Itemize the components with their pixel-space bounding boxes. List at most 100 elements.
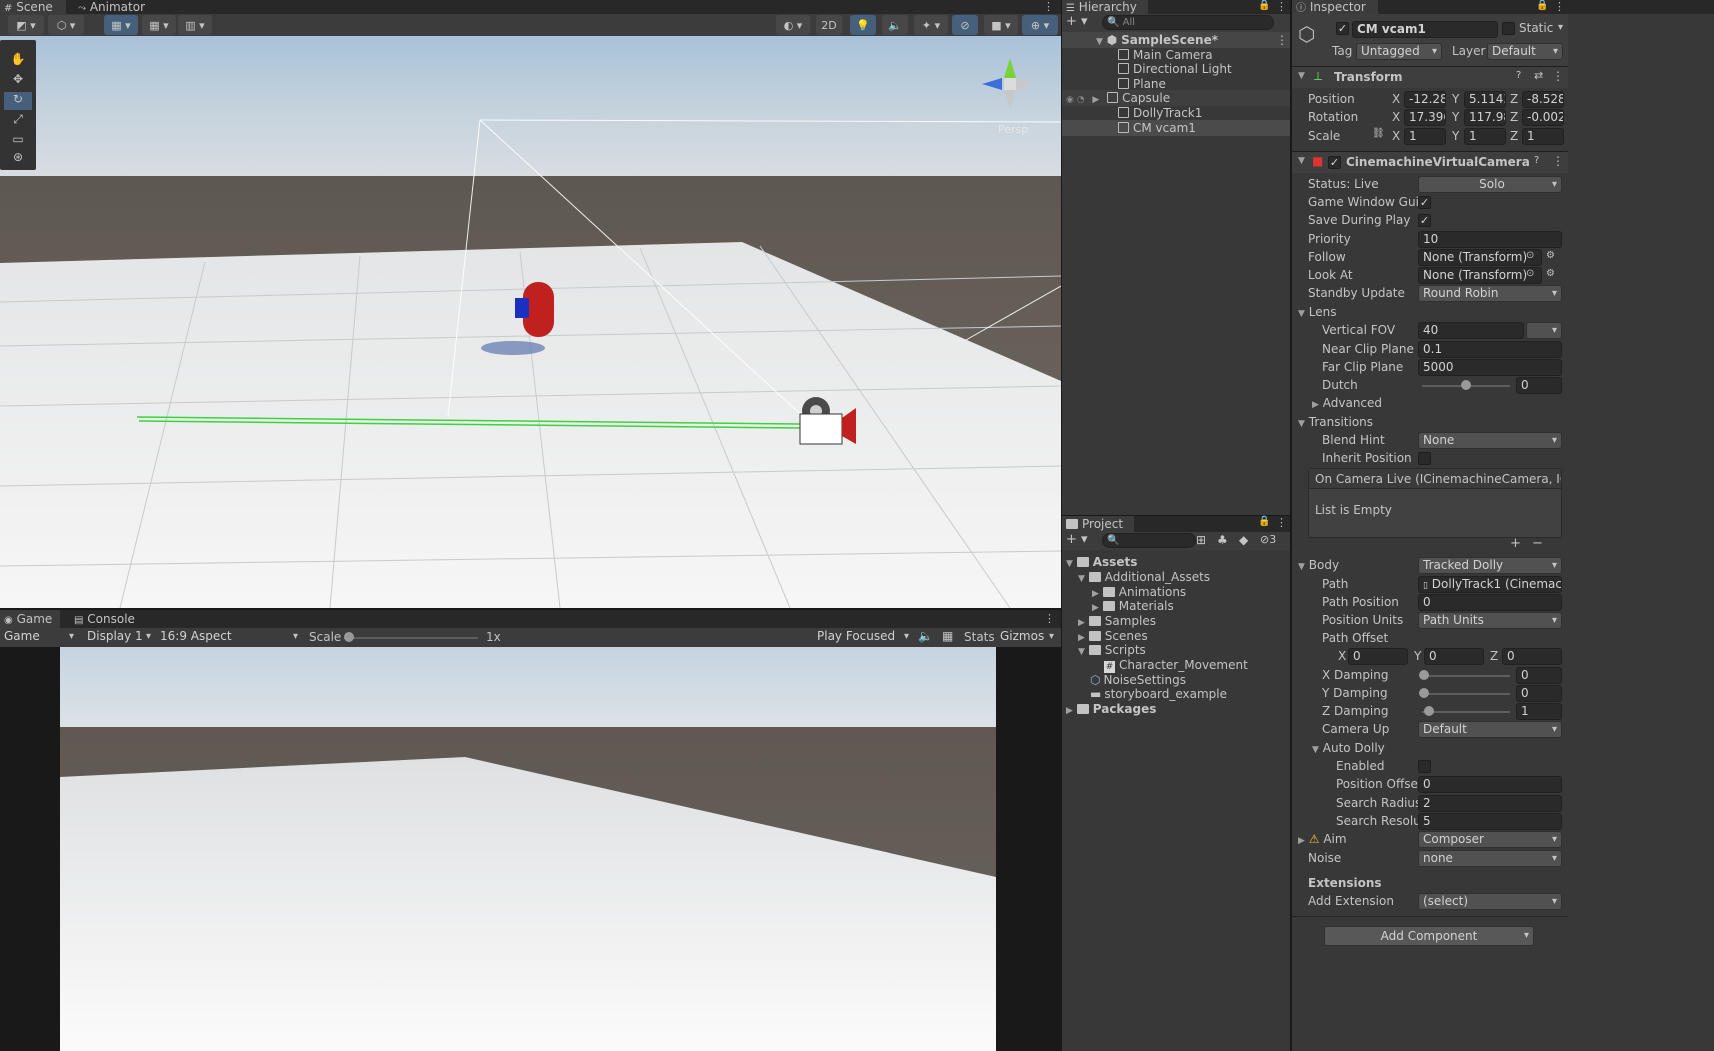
game-menu-icon[interactable]: ⋮ (1044, 612, 1055, 625)
z-damping-field[interactable]: 1 (1516, 703, 1562, 720)
vertical-fov-field[interactable]: 40 (1418, 322, 1524, 339)
layer-dropdown[interactable]: Default (1487, 43, 1563, 60)
lock-icon[interactable]: 🔒 (1258, 0, 1270, 11)
hierarchy-item-directional-light[interactable]: Directional Light (1118, 61, 1232, 77)
create-add-icon[interactable]: + ▾ (1066, 14, 1088, 29)
x-damping-slider-track[interactable] (1422, 675, 1510, 677)
folder-assets[interactable]: ▼ Assets (1066, 554, 1137, 570)
tab-project[interactable]: Project (1062, 516, 1134, 532)
preset-icon[interactable]: ⇄ (1534, 69, 1543, 82)
game-viewport[interactable] (0, 647, 1061, 1051)
scale-z-field[interactable]: 1 (1522, 128, 1564, 145)
tag-dropdown[interactable]: Untagged (1356, 43, 1442, 60)
rotation-z-field[interactable]: -0.002 (1522, 109, 1564, 126)
z-damping-slider-knob[interactable] (1424, 706, 1434, 716)
orientation-gizmo[interactable] (972, 48, 1042, 118)
scene-viewport[interactable]: ✋ ✥ ↻ ⤢ ▭ ⊛ Persp (0, 36, 1061, 608)
body-dropdown[interactable]: Tracked Dolly (1418, 557, 1562, 574)
inspector-menu-icon[interactable]: ⋮ (1554, 0, 1565, 13)
hidden-packages-icon[interactable]: ⊘3 (1260, 533, 1276, 546)
scale-tool-icon[interactable]: ⤢ (4, 112, 32, 130)
scale-y-field[interactable]: 1 (1464, 128, 1506, 145)
far-clip-field[interactable]: 5000 (1418, 359, 1562, 376)
shading-button[interactable]: ◐ ▾ (776, 15, 810, 35)
toggle-2d-button[interactable]: 2D (816, 15, 842, 35)
tab-inspector[interactable]: ⓘ Inspector (1292, 0, 1378, 14)
tab-hierarchy[interactable]: ☰ Hierarchy (1062, 0, 1148, 14)
auto-dolly-enabled-checkbox[interactable] (1418, 760, 1431, 773)
folder-samples[interactable]: ▶ Samples (1078, 613, 1156, 629)
object-name-field[interactable]: CM vcam1 (1352, 21, 1498, 38)
search-resolution-field[interactable]: 5 (1418, 813, 1562, 830)
search-radius-field[interactable]: 2 (1418, 795, 1562, 812)
display-dropdown[interactable]: Display 1 (83, 629, 155, 646)
expand-arrow-icon[interactable]: ▼ (1096, 37, 1103, 47)
hand-tool-icon[interactable]: ✋ (4, 52, 32, 70)
scale-slider-track[interactable] (348, 637, 478, 639)
scene-menu-kebab-icon[interactable]: ⋮ (1276, 32, 1288, 48)
scale-slider-knob[interactable] (344, 632, 354, 642)
folder-additional-assets[interactable]: ▼ Additional_Assets (1078, 569, 1210, 585)
follow-field[interactable]: None (Transform) (1418, 249, 1542, 266)
z-damping-slider-track[interactable] (1422, 711, 1510, 713)
x-damping-slider-knob[interactable] (1419, 670, 1429, 680)
remove-listener-icon[interactable]: − (1532, 536, 1543, 551)
help-icon[interactable]: ? (1516, 70, 1521, 81)
shortcut-icon[interactable]: ▦ (942, 629, 953, 643)
move-tool-icon[interactable]: ✥ (4, 72, 32, 90)
hierarchy-search-input[interactable]: 🔍 All (1102, 15, 1274, 30)
position-offset-field[interactable]: 0 (1418, 776, 1562, 793)
rotation-x-field[interactable]: 17.396 (1404, 109, 1446, 126)
constrain-proportions-icon[interactable]: ⛓ (1372, 128, 1385, 139)
position-x-field[interactable]: -12.28 (1404, 91, 1446, 108)
aspect-dropdown[interactable]: 16:9 Aspect (156, 629, 302, 646)
lock-icon[interactable]: 🔒 (1536, 0, 1548, 11)
add-extension-dropdown[interactable]: (select) (1418, 893, 1562, 910)
audio-button[interactable]: 🔈 (882, 15, 908, 35)
gizmos-dropdown[interactable]: Gizmos (996, 629, 1058, 646)
blend-hint-dropdown[interactable]: None (1418, 432, 1562, 449)
lighting-button[interactable]: 💡 (850, 15, 876, 35)
render-mode-button[interactable]: ⬡ ▾ (48, 15, 84, 35)
transitions-foldout[interactable]: ▼ Transitions (1298, 413, 1373, 433)
mute-audio-icon[interactable]: 🔈 (918, 629, 933, 643)
play-focused-dropdown[interactable]: Play Focused (813, 629, 913, 646)
favorite-icon[interactable]: ◆ (1239, 533, 1248, 547)
asset-character-movement[interactable]: # Character_Movement (1104, 657, 1248, 673)
dutch-slider-knob[interactable] (1461, 380, 1471, 390)
folder-scripts[interactable]: ▼ Scripts (1078, 642, 1146, 658)
fov-presets-dropdown[interactable] (1526, 322, 1562, 339)
draw-mode-button[interactable]: ◩ ▾ (8, 15, 44, 35)
collapse-arrow-icon[interactable]: ▼ (1298, 71, 1305, 81)
vcam-enabled-checkbox[interactable]: ✓ (1328, 156, 1341, 169)
create-add-icon[interactable]: + ▾ (1066, 532, 1088, 547)
vcam-header[interactable]: ▼ ■ ✓ CinemachineVirtualCamera ? ⋮ (1292, 151, 1568, 173)
projection-label[interactable]: Persp (998, 123, 1028, 136)
standby-update-dropdown[interactable]: Round Robin (1418, 285, 1562, 302)
hierarchy-item-dollytrack1[interactable]: DollyTrack1 (1118, 105, 1202, 121)
y-damping-field[interactable]: 0 (1516, 685, 1562, 702)
save-during-play-checkbox[interactable]: ✓ (1418, 214, 1431, 227)
object-picker-icon[interactable]: ⊙ (1526, 250, 1534, 261)
position-z-field[interactable]: -8.528 (1522, 91, 1564, 108)
rect-tool-icon[interactable]: ▭ (4, 132, 32, 150)
tab-console[interactable]: ▤ Console (70, 610, 140, 628)
look-at-field[interactable]: None (Transform) (1418, 267, 1542, 284)
lens-foldout[interactable]: ▼ Lens (1298, 303, 1336, 323)
rotation-y-field[interactable]: 117.98 (1464, 109, 1506, 126)
help-icon[interactable]: ? (1534, 155, 1539, 166)
body-foldout[interactable]: ▼ Body (1298, 556, 1339, 576)
effects-button[interactable]: ✦ ▾ (914, 15, 948, 35)
hierarchy-menu-icon[interactable]: ⋮ (1276, 0, 1287, 13)
component-menu-icon[interactable]: ⋮ (1552, 69, 1564, 83)
offset-z-field[interactable]: 0 (1502, 648, 1562, 665)
near-clip-field[interactable]: 0.1 (1418, 341, 1562, 358)
offset-x-field[interactable]: 0 (1348, 648, 1408, 665)
object-picker-icon[interactable]: ⊙ (1526, 268, 1534, 279)
x-damping-field[interactable]: 0 (1516, 667, 1562, 684)
path-field[interactable]: ▯ DollyTrack1 (Cinemac (1418, 576, 1562, 593)
transform-tool-icon[interactable]: ⊛ (4, 150, 32, 168)
collapse-arrow-icon[interactable]: ▼ (1298, 156, 1305, 166)
settings-gear-icon[interactable]: ⚙ (1546, 250, 1555, 261)
auto-dolly-foldout[interactable]: ▼ Auto Dolly (1312, 739, 1385, 759)
